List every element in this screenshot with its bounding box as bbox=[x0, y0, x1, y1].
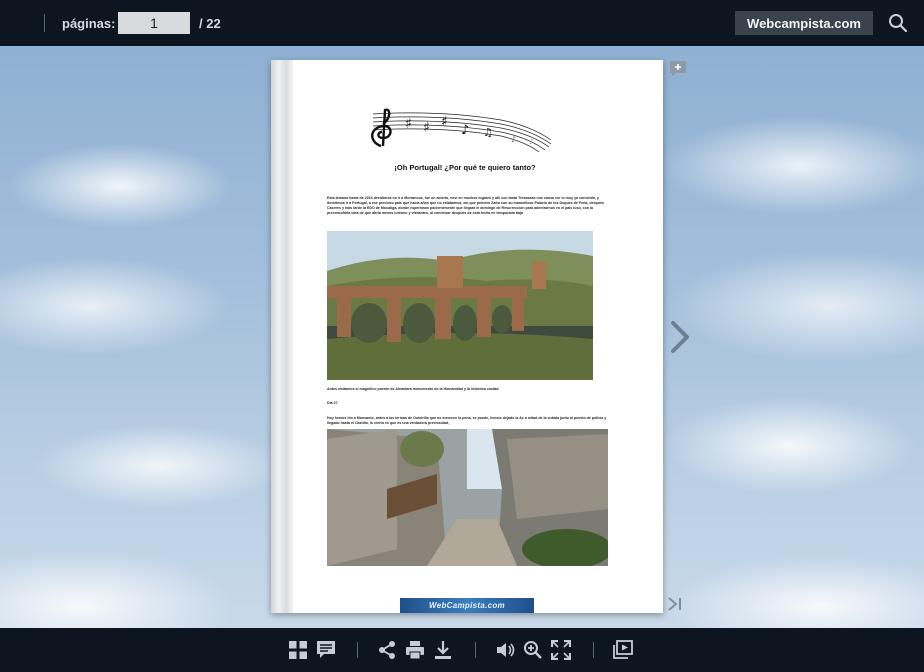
search-icon[interactable] bbox=[888, 13, 908, 33]
zoom-in-icon[interactable] bbox=[523, 640, 543, 660]
note-add-icon[interactable] bbox=[669, 60, 687, 78]
slideshow-icon[interactable] bbox=[613, 640, 633, 660]
bottom-toolbar bbox=[0, 628, 924, 672]
page-number-input[interactable] bbox=[118, 12, 190, 34]
fullscreen-icon[interactable] bbox=[551, 640, 571, 660]
download-icon[interactable] bbox=[433, 640, 453, 660]
pages-label: páginas: bbox=[62, 16, 116, 31]
paragraph-intro: Esta temana hasta de 2016 decidimos no i… bbox=[327, 196, 605, 215]
toolbar-divider bbox=[44, 14, 45, 32]
paragraph-monsanto: Hoy hemos ido a Monsanto, antes a las te… bbox=[327, 416, 607, 425]
svg-text:♫: ♫ bbox=[483, 126, 493, 139]
toolbar-divider bbox=[475, 642, 476, 658]
svg-text:♯: ♯ bbox=[423, 120, 430, 136]
svg-text:♯: ♯ bbox=[441, 114, 448, 130]
toolbar-divider bbox=[593, 642, 594, 658]
village-photo bbox=[327, 429, 608, 566]
svg-text:♯: ♯ bbox=[405, 116, 412, 132]
toolbar-divider bbox=[357, 642, 358, 658]
book-page[interactable]: ♯ ♯ ♯ ♪ ♫ ♪ ♪ ¡Oh Portugal! ¿Por qué te … bbox=[271, 60, 663, 613]
sound-icon[interactable] bbox=[496, 640, 516, 660]
page-total: / 22 bbox=[199, 16, 221, 31]
chevron-right-icon[interactable] bbox=[668, 320, 692, 354]
thumbnails-icon[interactable] bbox=[288, 640, 308, 660]
page-spine bbox=[271, 60, 293, 613]
svg-text:♪: ♪ bbox=[461, 123, 469, 138]
music-notes-illustration: ♯ ♯ ♯ ♪ ♫ ♪ ♪ bbox=[371, 108, 552, 153]
print-icon[interactable] bbox=[405, 640, 425, 660]
document-title: ¡Oh Portugal! ¿Por qué te quiero tanto? bbox=[394, 163, 536, 172]
webcampista-footer-logo: WebCampista.com bbox=[400, 598, 534, 613]
svg-text:♪: ♪ bbox=[511, 135, 516, 144]
day-label: Día 27 bbox=[327, 401, 338, 405]
svg-text:♪: ♪ bbox=[529, 138, 533, 146]
webcampista-button[interactable]: Webcampista.com bbox=[735, 11, 873, 35]
share-icon[interactable] bbox=[377, 640, 397, 660]
bridge-caption: Antes visitamos el magnífico puente de A… bbox=[327, 387, 499, 391]
notes-icon[interactable] bbox=[316, 640, 336, 660]
top-toolbar: páginas: / 22 Webcampista.com bbox=[0, 0, 924, 46]
last-page-icon[interactable] bbox=[666, 595, 684, 613]
bridge-photo bbox=[327, 231, 593, 380]
